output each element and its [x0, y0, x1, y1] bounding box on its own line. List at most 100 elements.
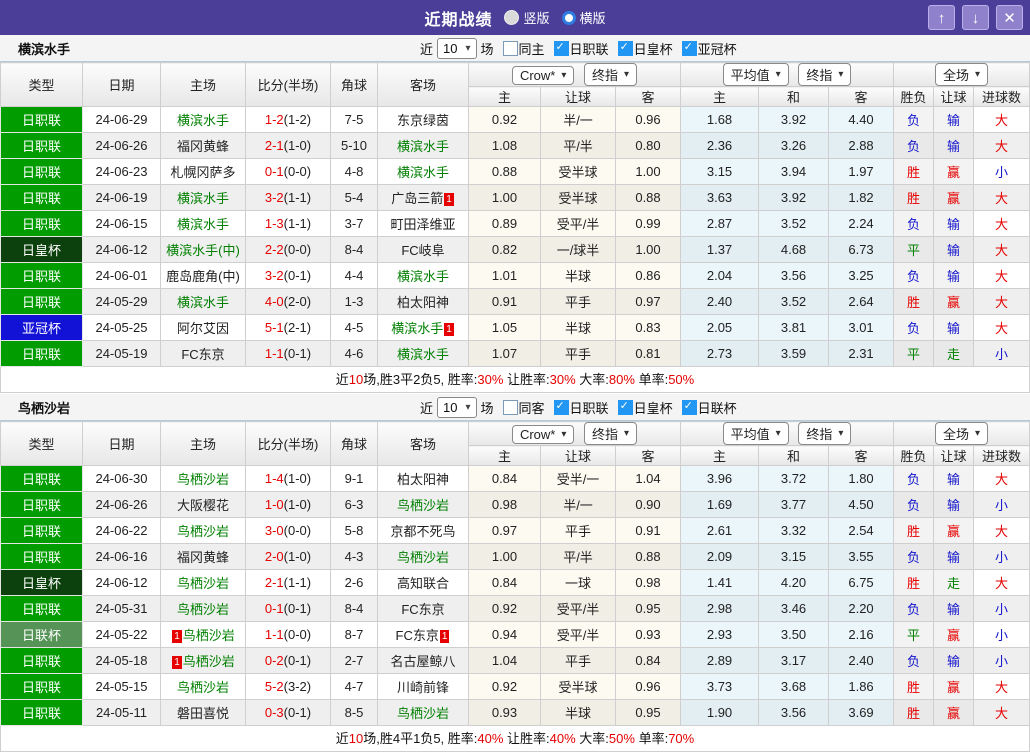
league-label: 日联杯 [697, 400, 737, 416]
away-team-name: 川崎前锋 [396, 680, 449, 695]
result-outcome-value: 胜 [907, 524, 921, 539]
league-checkbox-jleague[interactable] [553, 40, 569, 56]
avg-home-odds: 1.37 [680, 236, 760, 263]
result-outcome: 负 [893, 595, 935, 622]
corner-score: 9-1 [330, 465, 378, 492]
match-type-badge: 日职联 [0, 647, 83, 674]
layout-radio-vertical[interactable]: 竖版 [504, 8, 550, 27]
home-team-name: 阿尔艾因 [176, 321, 229, 336]
average-group-header: 平均值 终指 [680, 62, 895, 87]
away-team: FC东京 [377, 595, 469, 622]
match-score: 0-1(0-0) [245, 158, 331, 185]
radio-icon[interactable] [504, 10, 520, 25]
halftime-score: (3-2) [283, 679, 312, 694]
result-handicap-value: 赢 [947, 295, 961, 310]
result-handicap-value: 赢 [947, 165, 961, 180]
avg-home-odds: 2.36 [680, 132, 760, 159]
match-type-badge: 日职联 [0, 288, 83, 315]
odds-away: 0.86 [614, 262, 682, 289]
recent-count-select[interactable]: 10 [437, 37, 477, 59]
league-checkbox-league-cup[interactable] [681, 399, 697, 415]
match-score: 1-2(1-2) [245, 106, 331, 133]
result-outcome-value: 胜 [907, 165, 921, 180]
page-title: 近期战绩 [424, 11, 493, 29]
recent-count-select[interactable]: 10 [437, 396, 477, 418]
average-select-value: 平均值 [730, 427, 770, 442]
move-up-button[interactable]: ↑ [928, 5, 955, 30]
odds-handicap: 平/半 [540, 132, 616, 159]
league-label: 日皇杯 [633, 41, 673, 57]
average-select[interactable]: 平均值 [722, 422, 789, 445]
avg-draw-odds: 3.72 [758, 465, 830, 492]
match-date: 24-06-22 [82, 517, 161, 544]
title-group: 近期战绩 竖版 横版 [424, 6, 606, 30]
match-score: 0-1(0-1) [245, 595, 331, 622]
same-venue-checkbox[interactable] [502, 399, 518, 415]
col-header-odds-away: 客 [614, 445, 682, 466]
halftime-score: (0-1) [283, 346, 312, 361]
match-type-badge: 日职联 [0, 184, 83, 211]
odds-home: 1.00 [468, 184, 541, 211]
league-checkbox-jleague[interactable] [553, 399, 569, 415]
result-outcome-value: 负 [907, 269, 921, 284]
rank-badge: 1 [444, 193, 454, 206]
result-outcome: 负 [893, 210, 935, 237]
bookmaker-select[interactable]: Crow* [511, 66, 575, 85]
bookmaker-select-value: Crow* [519, 427, 556, 442]
home-team-name: 鸟栖沙岩 [176, 680, 229, 695]
fulltime-score: 0-1 [264, 601, 284, 616]
result-outcome: 负 [893, 647, 935, 674]
corner-score: 2-6 [330, 569, 378, 596]
average-stage-select[interactable]: 终指 [798, 63, 852, 86]
league-checkbox-emperor-cup[interactable] [617, 399, 633, 415]
match-row: 日职联 24-06-23 札幌冈萨多 0-1(0-0) 4-8 横滨水手 0.88 受半球 1.… [0, 158, 1030, 185]
bookmaker-select[interactable]: Crow* [511, 425, 575, 444]
home-team: 福冈黄蜂 [160, 132, 246, 159]
match-date: 24-05-29 [82, 288, 161, 315]
result-goals-value: 小 [995, 628, 1009, 643]
odds-stage-select[interactable]: 终指 [584, 63, 638, 86]
match-row: 日皇杯 24-06-12 鸟栖沙岩 2-1(1-1) 2-6 高知联合 0.84 一球 0.98… [0, 569, 1030, 596]
result-outcome-value: 负 [907, 498, 921, 513]
move-down-button[interactable]: ↓ [962, 5, 989, 30]
match-row: 日职联 24-05-31 鸟栖沙岩 0-1(0-1) 8-4 FC东京 0.92 受平/半 0.… [0, 595, 1030, 622]
odds-home: 0.92 [468, 595, 541, 622]
fulltime-score: 2-0 [264, 549, 284, 564]
col-header-away: 客场 [377, 421, 469, 466]
odds-away: 0.96 [614, 673, 682, 700]
fulltime-score: 1-1 [264, 346, 284, 361]
league-checkbox-emperor-cup[interactable] [617, 40, 633, 56]
home-team-name: 横滨水手(中) [166, 243, 240, 258]
odds-away: 1.00 [614, 236, 682, 263]
avg-home-odds: 2.61 [680, 517, 760, 544]
result-outcome: 负 [893, 132, 935, 159]
home-team-name: 福冈黄蜂 [176, 550, 229, 565]
avg-draw-odds: 3.56 [758, 262, 830, 289]
corner-score: 5-10 [330, 132, 378, 159]
odds-away: 0.84 [614, 647, 682, 674]
team-section-away: 鸟栖沙岩 近 10 场 同客 日职联 日皇杯 日联杯 类型 日期 主场 [0, 394, 1030, 752]
avg-draw-odds: 3.15 [758, 543, 830, 570]
same-venue-checkbox[interactable] [502, 40, 518, 56]
result-handicap-value: 赢 [947, 524, 961, 539]
corner-score: 4-7 [330, 673, 378, 700]
scope-select[interactable]: 全场 [935, 422, 989, 445]
close-button[interactable]: ✕ [996, 5, 1023, 30]
col-header-home: 主场 [160, 421, 246, 466]
odds-stage-select[interactable]: 终指 [584, 422, 638, 445]
match-score: 2-1(1-0) [245, 132, 331, 159]
average-select[interactable]: 平均值 [722, 63, 789, 86]
result-outcome-value: 胜 [907, 295, 921, 310]
match-date: 24-05-25 [82, 314, 161, 341]
result-goals-value: 大 [995, 706, 1009, 721]
avg-home-odds: 2.89 [680, 647, 760, 674]
odds-away: 0.88 [614, 543, 682, 570]
corner-score: 3-7 [330, 210, 378, 237]
scope-select[interactable]: 全场 [935, 63, 989, 86]
radio-icon[interactable] [561, 10, 576, 25]
layout-radio-horizontal[interactable]: 横版 [561, 8, 606, 27]
league-checkbox-acl[interactable] [681, 40, 697, 56]
halftime-score: (1-0) [283, 471, 312, 486]
average-stage-select[interactable]: 终指 [798, 422, 852, 445]
recent-count-value: 10 [443, 399, 458, 415]
